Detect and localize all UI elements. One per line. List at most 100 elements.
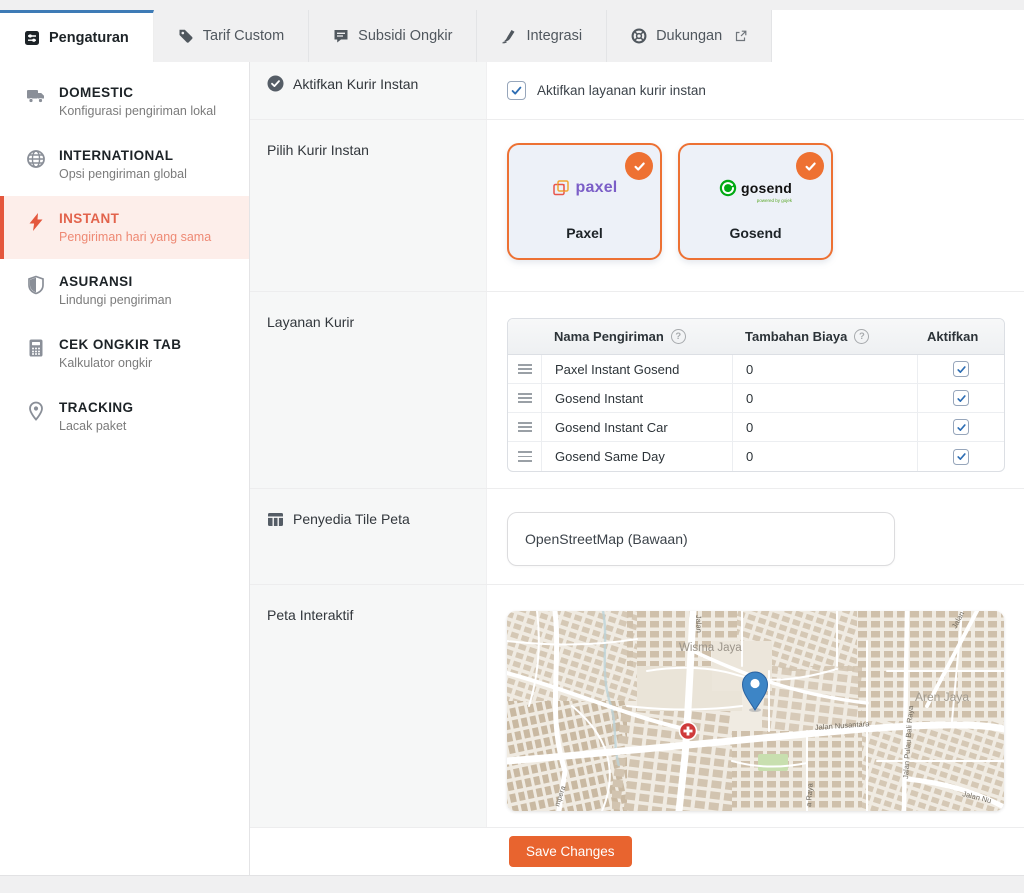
gosend-logo-word: gosend <box>741 181 792 195</box>
selected-check-icon <box>625 152 653 180</box>
sidebar-item-title: CEK ONGKIR TAB <box>59 337 181 352</box>
save-row: Save Changes <box>250 828 1024 875</box>
enable-instant-checkbox-label: Aktifkan layanan kurir instan <box>537 83 706 98</box>
tab-integrasi[interactable]: Integrasi <box>477 10 607 62</box>
sidebar-item-subtitle: Konfigurasi pengiriman lokal <box>59 104 216 118</box>
service-row: Gosend Instant Car 0 <box>508 413 1004 442</box>
sidebar-item-title: INTERNATIONAL <box>59 148 187 163</box>
field-label: Aktifkan Kurir Instan <box>293 76 418 92</box>
col-header-enable: Aktifkan <box>927 329 978 344</box>
sidebar-item-subtitle: Opsi pengiriman global <box>59 167 187 181</box>
sidebar-item-subtitle: Pengiriman hari yang sama <box>59 230 211 244</box>
service-enable-checkbox[interactable] <box>953 419 969 435</box>
field-label: Peta Interaktif <box>267 607 353 623</box>
hospital-marker-icon <box>680 723 697 740</box>
tab-tarif-custom[interactable]: Tarif Custom <box>154 10 309 62</box>
map-pin-icon <box>26 401 46 421</box>
courier-card-paxel[interactable]: paxel Paxel <box>507 143 662 260</box>
service-enable-checkbox[interactable] <box>953 361 969 377</box>
service-name: Gosend Same Day <box>541 442 732 471</box>
sidebar-item-asuransi[interactable]: ASURANSI Lindungi pengiriman <box>0 259 249 322</box>
globe-icon <box>26 149 46 169</box>
shield-icon <box>26 275 46 295</box>
courier-card-name: Paxel <box>509 225 660 241</box>
sliders-icon <box>24 30 40 46</box>
tab-dukungan[interactable]: Dukungan <box>607 10 772 62</box>
drag-handle-icon[interactable] <box>518 422 532 432</box>
row-tile-provider: Penyedia Tile Peta OpenStreetMap (Bawaan… <box>250 489 1024 585</box>
sidebar-item-cek-ongkir[interactable]: CEK ONGKIR TAB Kalkulator ongkir <box>0 322 249 385</box>
comment-icon <box>333 28 349 44</box>
tab-label: Tarif Custom <box>203 28 284 44</box>
field-label: Penyedia Tile Peta <box>293 511 410 527</box>
sidebar-item-title: ASURANSI <box>59 274 172 289</box>
truck-icon <box>26 86 46 106</box>
courier-card-gosend[interactable]: gosend powered by gojek Gosend <box>678 143 833 260</box>
tag-icon <box>178 28 194 44</box>
tab-label: Dukungan <box>656 28 722 44</box>
sidebar-item-title: DOMESTIC <box>59 85 216 100</box>
save-button[interactable]: Save Changes <box>509 836 632 867</box>
gosend-logo-icon <box>719 179 737 197</box>
tab-label: Subsidi Ongkir <box>358 28 452 44</box>
map-street-label: Jalan <box>694 615 704 633</box>
tab-subsidi-ongkir[interactable]: Subsidi Ongkir <box>309 10 477 62</box>
sidebar-item-international[interactable]: INTERNATIONAL Opsi pengiriman global <box>0 133 249 196</box>
sidebar-item-title: INSTANT <box>59 211 211 226</box>
service-extra-cost[interactable]: 0 <box>732 355 917 383</box>
courier-card-name: Gosend <box>680 225 831 241</box>
drag-handle-icon[interactable] <box>518 451 532 461</box>
paxel-logo-icon <box>552 179 570 197</box>
main-area: DOMESTIC Konfigurasi pengiriman lokal IN… <box>0 62 1024 875</box>
service-name: Paxel Instant Gosend <box>541 355 732 383</box>
settings-sidebar: DOMESTIC Konfigurasi pengiriman lokal IN… <box>0 62 250 875</box>
service-enable-checkbox[interactable] <box>953 390 969 406</box>
row-courier-services: Layanan Kurir Nama Pengiriman ? Tambahan… <box>250 292 1024 489</box>
service-extra-cost[interactable]: 0 <box>732 442 917 471</box>
services-table: Nama Pengiriman ? Tambahan Biaya ? Aktif… <box>507 318 1005 472</box>
tile-provider-selected-value: OpenStreetMap (Bawaan) <box>525 531 688 547</box>
plugin-settings-page: Pengaturan Tarif Custom Subsidi Ongkir I… <box>0 0 1024 893</box>
tab-pengaturan[interactable]: Pengaturan <box>0 10 154 62</box>
check-circle-icon <box>267 75 284 92</box>
selected-check-icon <box>796 152 824 180</box>
settings-content: Aktifkan Kurir Instan Aktifkan layanan k… <box>250 62 1024 875</box>
sidebar-item-title: TRACKING <box>59 400 133 415</box>
service-name: Gosend Instant <box>541 384 732 412</box>
row-interactive-map: Peta Interaktif <box>250 585 1024 828</box>
sidebar-item-instant[interactable]: INSTANT Pengiriman hari yang sama <box>0 196 249 259</box>
service-enable-checkbox[interactable] <box>953 449 969 465</box>
help-icon[interactable]: ? <box>854 329 869 344</box>
table-icon <box>267 511 284 528</box>
drag-handle-icon[interactable] <box>518 393 532 403</box>
tab-label: Pengaturan <box>49 30 129 46</box>
interactive-map[interactable]: Wisma Jaya Aren Jaya Jalan Nusantara Jal… <box>507 611 1004 811</box>
calculator-icon <box>26 338 46 358</box>
help-icon[interactable]: ? <box>671 329 686 344</box>
pen-icon <box>501 28 517 44</box>
service-row: Paxel Instant Gosend 0 <box>508 355 1004 384</box>
drag-handle-icon[interactable] <box>518 364 532 374</box>
footer-strip <box>0 875 1024 893</box>
enable-instant-checkbox[interactable] <box>507 81 526 100</box>
sidebar-item-domestic[interactable]: DOMESTIC Konfigurasi pengiriman lokal <box>0 70 249 133</box>
bolt-icon <box>26 212 46 232</box>
service-extra-cost[interactable]: 0 <box>732 384 917 412</box>
sidebar-item-subtitle: Lacak paket <box>59 419 133 433</box>
service-name: Gosend Instant Car <box>541 413 732 441</box>
col-header-extra: Tambahan Biaya <box>745 329 847 344</box>
field-label: Pilih Kurir Instan <box>267 142 369 158</box>
tile-provider-select[interactable]: OpenStreetMap (Bawaan) <box>507 512 895 566</box>
tab-bar: Pengaturan Tarif Custom Subsidi Ongkir I… <box>0 10 1024 62</box>
field-label: Layanan Kurir <box>267 314 354 330</box>
gosend-powered-by: powered by gojek <box>757 199 792 204</box>
lifering-icon <box>631 28 647 44</box>
service-row: Gosend Same Day 0 <box>508 442 1004 471</box>
paxel-logo-word: paxel <box>576 179 618 197</box>
map-place-label: Wisma Jaya <box>679 642 742 654</box>
sidebar-item-tracking[interactable]: TRACKING Lacak paket <box>0 385 249 448</box>
services-table-header: Nama Pengiriman ? Tambahan Biaya ? Aktif… <box>508 319 1004 355</box>
col-header-name: Nama Pengiriman <box>554 329 664 344</box>
row-pick-courier: Pilih Kurir Instan paxel <box>250 120 1024 292</box>
service-extra-cost[interactable]: 0 <box>732 413 917 441</box>
